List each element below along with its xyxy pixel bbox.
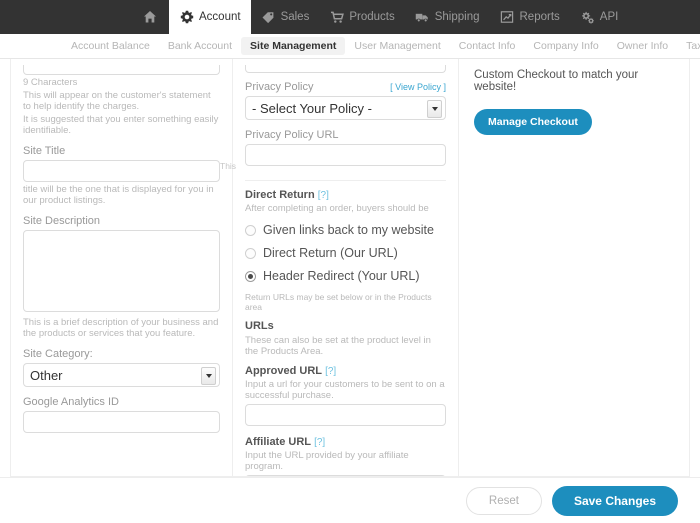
nav-shipping[interactable]: Shipping bbox=[405, 0, 490, 34]
subnav-item-owner-info[interactable]: Owner Info bbox=[608, 37, 677, 55]
home-icon bbox=[142, 10, 157, 25]
top-navigation-bar: Account Sales Products Shipping Reports … bbox=[0, 0, 700, 34]
subnav-item-site-management[interactable]: Site Management bbox=[241, 37, 346, 55]
nav-sales[interactable]: Sales bbox=[251, 0, 320, 34]
radio-circle-selected-icon bbox=[245, 270, 256, 282]
radio-header-redirect-your-url[interactable]: Header Redirect (Your URL) bbox=[245, 269, 446, 283]
site-title-helper: title will be the one that is displayed … bbox=[23, 184, 214, 206]
site-description-helper: This is a brief description of your busi… bbox=[23, 317, 219, 339]
truck-icon bbox=[415, 10, 430, 25]
radio-given-links-back[interactable]: Given links back to my website bbox=[245, 223, 446, 237]
statement-helper-characters: 9 Characters bbox=[23, 77, 78, 88]
form-footer: Reset Save Changes bbox=[0, 477, 700, 523]
privacy-policy-select-wrapper: - Select Your Policy - bbox=[245, 96, 446, 120]
nav-shipping-label: Shipping bbox=[434, 11, 480, 23]
radio-direct-return-our-url-label: Direct Return (Our URL) bbox=[263, 246, 398, 260]
chart-icon bbox=[500, 10, 515, 25]
cart-icon bbox=[329, 10, 344, 25]
site-description-label: Site Description bbox=[23, 215, 101, 227]
urls-label: URLs bbox=[245, 320, 274, 332]
radio-group-helper: Return URLs may be set below or in the P… bbox=[245, 292, 432, 312]
partial-input-top[interactable] bbox=[245, 65, 446, 73]
nav-api-label: API bbox=[599, 11, 619, 23]
direct-return-sub-helper: After completing an order, buyers should… bbox=[245, 203, 429, 214]
gears-icon bbox=[580, 10, 595, 25]
approved-url-helper: Input a url for your customers to be sen… bbox=[245, 379, 445, 401]
nav-products-label: Products bbox=[349, 11, 395, 23]
radio-circle-icon bbox=[245, 247, 256, 259]
statement-descriptor-input[interactable] bbox=[23, 65, 220, 75]
radio-header-redirect-your-url-label: Header Redirect (Your URL) bbox=[263, 269, 420, 283]
nav-sales-label: Sales bbox=[280, 11, 310, 23]
middle-form-column: Privacy Policy [ View Policy ] - Select … bbox=[233, 59, 459, 476]
privacy-policy-label: Privacy Policy bbox=[245, 81, 314, 93]
nav-reports[interactable]: Reports bbox=[490, 0, 570, 34]
manage-checkout-button[interactable]: Manage Checkout bbox=[474, 109, 592, 135]
privacy-policy-url-input[interactable] bbox=[245, 144, 446, 166]
subnav-item-contact-info[interactable]: Contact Info bbox=[450, 37, 525, 55]
tag-icon bbox=[261, 10, 276, 25]
nav-account[interactable]: Account bbox=[169, 0, 251, 34]
affiliate-url-helper: Input the URL provided by your affiliate… bbox=[245, 450, 409, 472]
section-divider bbox=[245, 180, 446, 181]
gear-icon bbox=[179, 10, 194, 25]
subnav-item-company-info[interactable]: Company Info bbox=[524, 37, 607, 55]
radio-given-links-back-label: Given links back to my website bbox=[263, 223, 434, 237]
direct-return-label: Direct Return bbox=[245, 189, 315, 201]
custom-checkout-text: Custom Checkout to match your website! bbox=[474, 69, 639, 93]
subnav-item-tax-information[interactable]: Tax Information bbox=[677, 37, 700, 55]
google-analytics-input[interactable] bbox=[23, 411, 220, 433]
subnav-item-account-balance[interactable]: Account Balance bbox=[62, 37, 159, 55]
approved-url-help-icon[interactable]: [?] bbox=[325, 366, 336, 377]
site-category-select[interactable]: Other bbox=[23, 363, 220, 387]
affiliate-url-label: Affiliate URL bbox=[245, 436, 311, 448]
site-category-select-wrapper: Other bbox=[23, 363, 220, 387]
sub-navigation-tabs: Account Balance Bank Account Site Manage… bbox=[0, 34, 700, 59]
site-management-panel: 9 Characters This will appear on the cus… bbox=[10, 59, 690, 477]
subnav-item-user-management[interactable]: User Management bbox=[345, 37, 449, 55]
privacy-policy-url-label: Privacy Policy URL bbox=[245, 129, 339, 141]
radio-circle-icon bbox=[245, 224, 256, 236]
left-form-column: 9 Characters This will appear on the cus… bbox=[11, 59, 236, 476]
direct-return-help-icon[interactable]: [?] bbox=[318, 190, 329, 201]
right-info-column: Custom Checkout to match your website! M… bbox=[459, 59, 689, 476]
site-category-label: Site Category: bbox=[23, 348, 93, 360]
subnav-item-bank-account[interactable]: Bank Account bbox=[159, 37, 241, 55]
site-title-input[interactable] bbox=[23, 160, 220, 182]
statement-helper-line2: This will appear on the customer's state… bbox=[23, 90, 211, 112]
affiliate-url-help-icon[interactable]: [?] bbox=[314, 437, 325, 448]
nav-account-label: Account bbox=[199, 11, 241, 23]
privacy-policy-select[interactable]: - Select Your Policy - bbox=[245, 96, 446, 120]
nav-products[interactable]: Products bbox=[319, 0, 404, 34]
view-policy-link[interactable]: [ View Policy ] bbox=[390, 82, 446, 92]
site-title-label: Site Title bbox=[23, 145, 66, 157]
nav-api[interactable]: API bbox=[570, 0, 629, 34]
site-description-textarea[interactable] bbox=[23, 230, 220, 312]
nav-home[interactable] bbox=[130, 0, 169, 34]
statement-helper-line3: It is suggested that you enter something… bbox=[23, 114, 219, 136]
nav-reports-label: Reports bbox=[519, 11, 560, 23]
save-changes-button[interactable]: Save Changes bbox=[551, 485, 678, 516]
urls-helper: These can also be set at the product lev… bbox=[245, 335, 431, 357]
google-analytics-label: Google Analytics ID bbox=[23, 396, 119, 408]
radio-direct-return-our-url[interactable]: Direct Return (Our URL) bbox=[245, 246, 446, 260]
approved-url-label: Approved URL bbox=[245, 365, 322, 377]
reset-button[interactable]: Reset bbox=[465, 486, 542, 515]
approved-url-input[interactable] bbox=[245, 404, 446, 426]
